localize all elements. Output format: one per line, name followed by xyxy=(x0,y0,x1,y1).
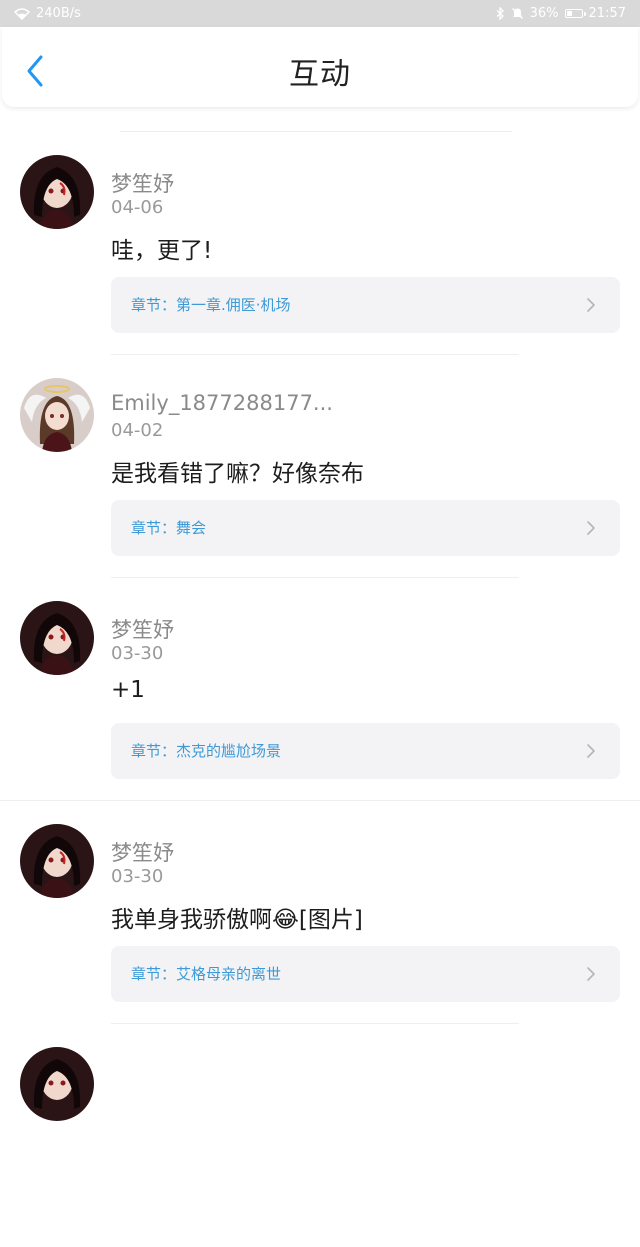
chapter-label: 章节：第一章.佣医·机场 xyxy=(131,296,291,314)
comment-item: 梦笙妤 04-06 哇，更了! 章节：第一章.佣医·机场 xyxy=(0,132,640,355)
status-bar: 240B/s 36% 21:57 xyxy=(0,0,640,27)
comment-item: 梦笙妤 03-30 +1 章节：杰克的尴尬场景 xyxy=(0,578,640,801)
comment-date: 04-06 xyxy=(111,197,164,218)
avatar[interactable] xyxy=(20,601,94,675)
app-header: 互动 xyxy=(2,27,638,107)
chapter-label: 章节：舞会 xyxy=(131,519,207,537)
status-right: 36% 21:57 xyxy=(496,0,626,27)
comment-content: 哇，更了! xyxy=(111,238,213,264)
chevron-right-icon xyxy=(587,744,595,758)
battery-level xyxy=(566,11,572,16)
chapter-label: 章节：艾格母亲的离世 xyxy=(131,965,282,983)
comment-username[interactable]: Emily_1877288177... xyxy=(111,391,333,415)
mute-icon xyxy=(511,7,524,20)
chevron-right-icon xyxy=(587,521,595,535)
comment-content: 是我看错了嘛？好像奈布 xyxy=(111,461,364,487)
status-left: 240B/s xyxy=(14,0,81,27)
battery-percent: 36% xyxy=(529,6,559,21)
comment-date: 03-30 xyxy=(111,643,164,664)
comment-username[interactable]: 梦笙妤 xyxy=(111,614,174,644)
page-title: 互动 xyxy=(289,57,351,92)
battery-icon xyxy=(564,9,586,18)
comment-date: 03-30 xyxy=(111,866,164,887)
chevron-right-icon xyxy=(587,298,595,312)
comment-content: 我单身我骄傲啊😂[图片] xyxy=(111,907,363,933)
avatar[interactable] xyxy=(20,1047,94,1121)
comment-list: 梦笙妤 04-06 哇，更了! 章节：第一章.佣医·机场 Emily_18772… xyxy=(0,132,640,1247)
chevron-right-icon xyxy=(587,967,595,981)
comment-item xyxy=(0,1024,640,1247)
chapter-link[interactable]: 章节：第一章.佣医·机场 xyxy=(111,277,620,333)
comment-username[interactable]: 梦笙妤 xyxy=(111,168,174,198)
chapter-link[interactable]: 章节：艾格母亲的离世 xyxy=(111,946,620,1002)
comment-username[interactable]: 梦笙妤 xyxy=(111,837,174,867)
avatar[interactable] xyxy=(20,378,94,452)
chapter-label: 章节：杰克的尴尬场景 xyxy=(131,742,282,760)
comment-date: 04-02 xyxy=(111,420,164,441)
wifi-icon xyxy=(14,7,30,20)
avatar[interactable] xyxy=(20,155,94,229)
comment-item: Emily_1877288177... 04-02 是我看错了嘛？好像奈布 章节… xyxy=(0,355,640,578)
comment-content: +1 xyxy=(111,677,145,703)
bluetooth-icon xyxy=(496,7,505,20)
chapter-link[interactable]: 章节：舞会 xyxy=(111,500,620,556)
chapter-link[interactable]: 章节：杰克的尴尬场景 xyxy=(111,723,620,779)
status-time: 21:57 xyxy=(588,6,626,21)
avatar[interactable] xyxy=(20,824,94,898)
network-speed: 240B/s xyxy=(36,6,81,21)
comment-item: 梦笙妤 03-30 我单身我骄傲啊😂[图片] 章节：艾格母亲的离世 xyxy=(0,801,640,1024)
